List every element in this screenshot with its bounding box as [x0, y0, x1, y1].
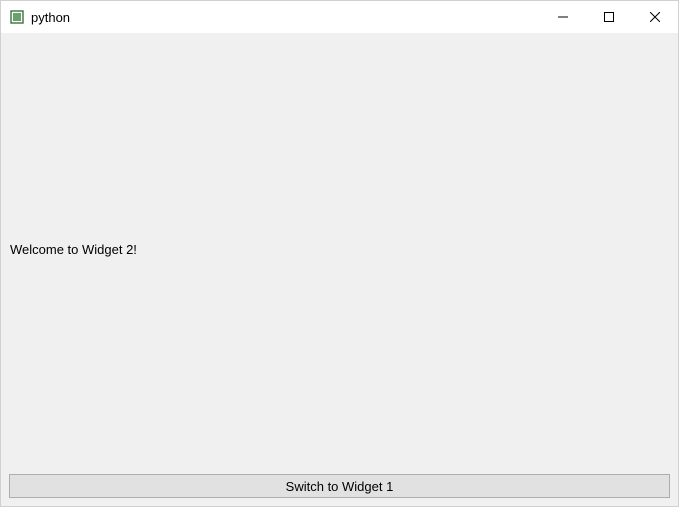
- maximize-button[interactable]: [586, 1, 632, 33]
- close-button[interactable]: [632, 1, 678, 33]
- content-region: Welcome to Widget 2!: [1, 33, 678, 466]
- application-window: python Welcome to Widget 2!: [0, 0, 679, 507]
- app-icon: [9, 9, 25, 25]
- welcome-label: Welcome to Widget 2!: [10, 242, 137, 257]
- window-title: python: [31, 10, 540, 25]
- minimize-button[interactable]: [540, 1, 586, 33]
- client-area: Welcome to Widget 2! Switch to Widget 1: [1, 33, 678, 506]
- button-region: Switch to Widget 1: [1, 466, 678, 506]
- window-controls: [540, 1, 678, 33]
- titlebar[interactable]: python: [1, 1, 678, 33]
- switch-widget-button[interactable]: Switch to Widget 1: [9, 474, 670, 498]
